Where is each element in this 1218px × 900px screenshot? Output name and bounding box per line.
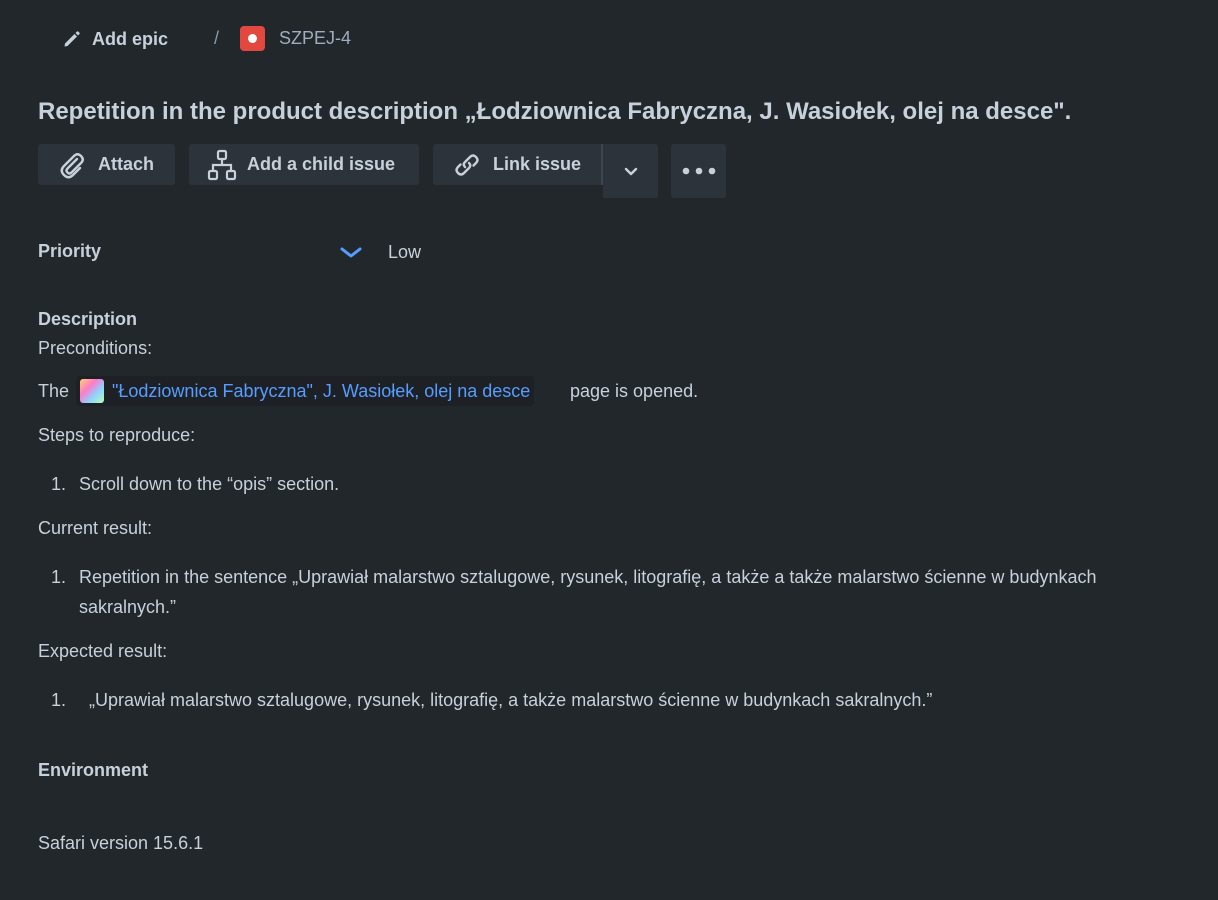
list-number: 1. [51,474,67,494]
product-thumbnail-icon [80,379,104,403]
more-actions-button[interactable] [671,144,726,198]
precondition-prefix: The [38,381,70,401]
list-item: Repetition in the sentence „Uprawiał mal… [79,567,1097,587]
expected-result-heading: Expected result: [38,641,168,661]
issue-key: SZPEJ-4 [279,27,352,48]
preconditions-heading: Preconditions: [38,338,153,358]
chevron-down-icon [624,167,637,176]
add-child-issue-label: Add a child issue [247,154,396,174]
link-issue-dropdown-button[interactable] [603,144,658,198]
breadcrumb-separator: / [214,28,220,48]
precondition-suffix: page is opened. [570,381,699,401]
current-result-heading: Current result: [38,518,153,538]
add-child-issue-button[interactable]: Add a child issue [189,144,419,185]
add-epic-button[interactable]: Add epic [62,26,168,52]
priority-value[interactable]: Low [388,242,421,263]
issue-title[interactable]: Repetition in the product description „Ł… [38,98,1071,126]
description-label: Description [38,309,138,329]
list-item: Scroll down to the “opis” section. [79,474,340,494]
environment-value[interactable]: Safari version 15.6.1 [38,833,203,854]
pencil-icon [64,31,80,47]
priority-label: Priority [38,241,102,261]
attach-button[interactable]: Attach [38,144,175,185]
link-issue-button[interactable]: Link issue [433,144,601,185]
list-number: 1. [51,690,67,710]
issue-key-link[interactable]: SZPEJ-4 [240,25,351,51]
list-item: „Uprawiał malarstwo sztalugowe, rysunek,… [89,690,933,710]
bug-icon [240,25,265,51]
steps-heading: Steps to reproduce: [38,425,196,445]
link-icon [455,153,479,176]
more-icon [682,167,715,175]
paperclip-icon [60,152,84,178]
add-epic-label: Add epic [92,28,169,49]
priority-low-icon[interactable] [340,244,362,265]
list-number: 1. [51,567,67,587]
link-issue-label: Link issue [493,154,582,174]
product-smart-link[interactable]: "Łodziownica Fabryczna", J. Wasiołek, ol… [76,376,535,406]
product-link-text: "Łodziownica Fabryczna", J. Wasiołek, ol… [112,380,531,401]
environment-label: Environment [38,760,149,780]
hierarchy-icon [207,149,237,180]
list-item-continuation: sakralnych.” [79,597,177,617]
attach-label: Attach [98,154,155,174]
